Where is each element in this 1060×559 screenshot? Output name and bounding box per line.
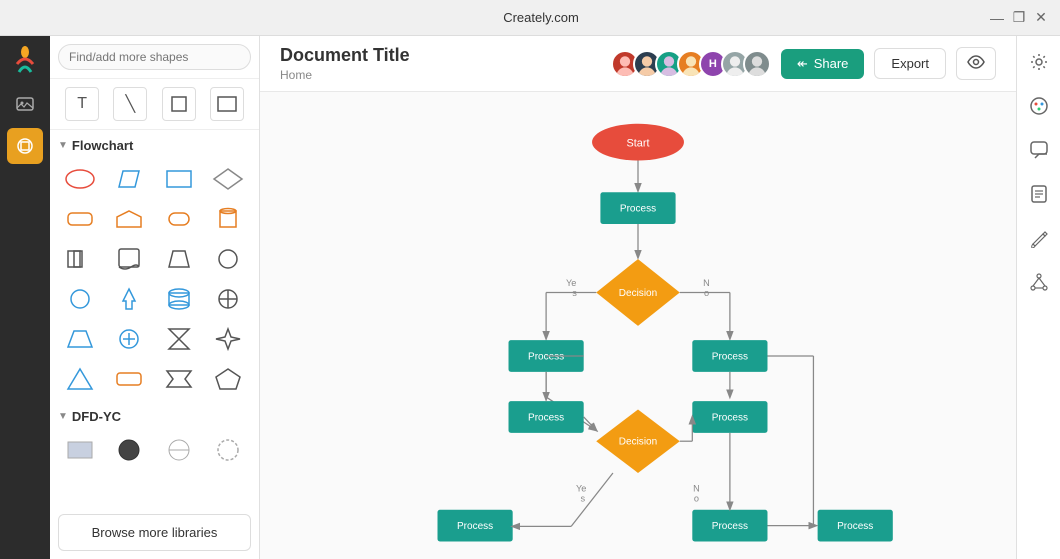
settings-icon[interactable] (1021, 44, 1057, 80)
flowchart-label: Flowchart (72, 138, 133, 153)
avatars-group: H (615, 50, 771, 78)
svg-text:Ye: Ye (566, 278, 576, 288)
right-panel (1016, 36, 1060, 559)
app-logo (9, 44, 41, 76)
shape-house[interactable] (107, 201, 151, 237)
shape-square-notch[interactable] (58, 241, 102, 277)
process1-label: Process (620, 203, 656, 214)
flowchart-chevron: ▼ (58, 140, 68, 151)
decision2-label: Decision (619, 437, 657, 448)
svg-text:N: N (703, 278, 710, 288)
shape-doc[interactable] (107, 241, 151, 277)
text-tool[interactable]: T (65, 87, 99, 121)
shape-trapezoid2[interactable] (58, 321, 102, 357)
svg-text:N: N (693, 483, 700, 493)
dfd-shape-circle[interactable] (107, 432, 151, 468)
process4-label: Process (528, 412, 564, 423)
process2-label: Process (528, 351, 564, 362)
svg-text:o: o (694, 493, 699, 503)
svg-text:o: o (704, 288, 709, 298)
dfd-shape-rect[interactable] (58, 432, 102, 468)
dfd-shape-dashed[interactable] (206, 432, 250, 468)
titlebar-controls: — ❐ ✕ (990, 11, 1048, 25)
flowchart-shapes-grid (58, 161, 251, 397)
shape-diamond[interactable] (206, 161, 250, 197)
frame-tool[interactable] (162, 87, 196, 121)
doc-info: Document Title Home (280, 45, 410, 82)
shape-oval[interactable] (58, 161, 102, 197)
browse-libraries-button[interactable]: Browse more libraries (58, 514, 251, 551)
shape-rect-blue[interactable] (157, 161, 201, 197)
rect-tool[interactable] (210, 87, 244, 121)
titlebar-title: Creately.com (92, 10, 990, 25)
process7-label: Process (712, 521, 748, 532)
brush-icon[interactable] (1021, 220, 1057, 256)
dfd-chevron: ▼ (58, 411, 68, 422)
decision1-label: Decision (619, 288, 657, 299)
notes-icon[interactable] (1021, 176, 1057, 212)
comment-icon[interactable] (1021, 132, 1057, 168)
svg-text:Ye: Ye (576, 483, 586, 493)
toolbar-row: T ╲ (50, 79, 259, 130)
shape-cross[interactable] (206, 281, 250, 317)
network-icon[interactable] (1021, 264, 1057, 300)
shape-rect-round[interactable] (58, 201, 102, 237)
header-actions: H ↞ Share Export (615, 47, 996, 80)
dfd-shapes-grid (58, 432, 251, 468)
minimize-button[interactable]: — (990, 11, 1004, 25)
shape-parallelogram[interactable] (107, 161, 151, 197)
share-label: Share (814, 56, 849, 71)
doc-breadcrumb: Home (280, 68, 410, 82)
share-button[interactable]: ↞ Share (781, 49, 865, 79)
shape-db[interactable] (157, 281, 201, 317)
export-button[interactable]: Export (874, 48, 946, 79)
canvas-content[interactable]: Start Process Decision Ye s (260, 92, 1016, 559)
search-bar (50, 36, 259, 79)
shape-hourglass[interactable] (157, 321, 201, 357)
shape-pentagon[interactable] (206, 361, 250, 397)
process8-label: Process (837, 521, 873, 532)
doc-title: Document Title (280, 45, 410, 66)
process5-label: Process (712, 412, 748, 423)
shape-trapezoid[interactable] (157, 241, 201, 277)
dfd-section-header[interactable]: ▼ DFD-YC (58, 409, 251, 424)
svg-text:s: s (572, 288, 577, 298)
avatar-7 (743, 50, 771, 78)
share-icon: ↞ (797, 56, 808, 72)
shape-circle-plus[interactable] (107, 321, 151, 357)
view-button[interactable] (956, 47, 996, 80)
shape-star-4[interactable] (206, 321, 250, 357)
process3-label: Process (712, 351, 748, 362)
nav-rail (0, 36, 50, 559)
shape-triangle[interactable] (58, 361, 102, 397)
shape-circle-outline[interactable] (58, 281, 102, 317)
shape-cylinder[interactable] (206, 201, 250, 237)
svg-text:s: s (581, 493, 586, 503)
palette-icon[interactable] (1021, 88, 1057, 124)
dfd-label: DFD-YC (72, 409, 121, 424)
shape-arrow-down[interactable] (107, 281, 151, 317)
nav-icon-images[interactable] (7, 88, 43, 124)
shape-stadium[interactable] (157, 201, 201, 237)
nav-icon-shapes[interactable] (7, 128, 43, 164)
dfd-shape-half-circle[interactable] (157, 432, 201, 468)
canvas-area: Document Title Home (260, 36, 1016, 559)
shapes-panel: ▼ Flowchart (50, 130, 259, 506)
close-button[interactable]: ✕ (1034, 11, 1048, 25)
shape-circle[interactable] (206, 241, 250, 277)
flowchart-section-header[interactable]: ▼ Flowchart (58, 138, 251, 153)
canvas-header: Document Title Home (260, 36, 1016, 92)
line-tool[interactable]: ╲ (113, 87, 147, 121)
maximize-button[interactable]: ❐ (1012, 11, 1026, 25)
flowchart-canvas: Start Process Decision Ye s (260, 92, 1016, 559)
search-input[interactable] (58, 44, 251, 70)
process6-label: Process (457, 521, 493, 532)
shape-bow-tie[interactable] (157, 361, 201, 397)
titlebar: Creately.com — ❐ ✕ (0, 0, 1060, 36)
app-wrapper: T ╲ ▼ Flowchart (0, 36, 1060, 559)
left-panel: T ╲ ▼ Flowchart (50, 36, 260, 559)
shape-rounded-rect[interactable] (107, 361, 151, 397)
start-label: Start (627, 137, 650, 149)
